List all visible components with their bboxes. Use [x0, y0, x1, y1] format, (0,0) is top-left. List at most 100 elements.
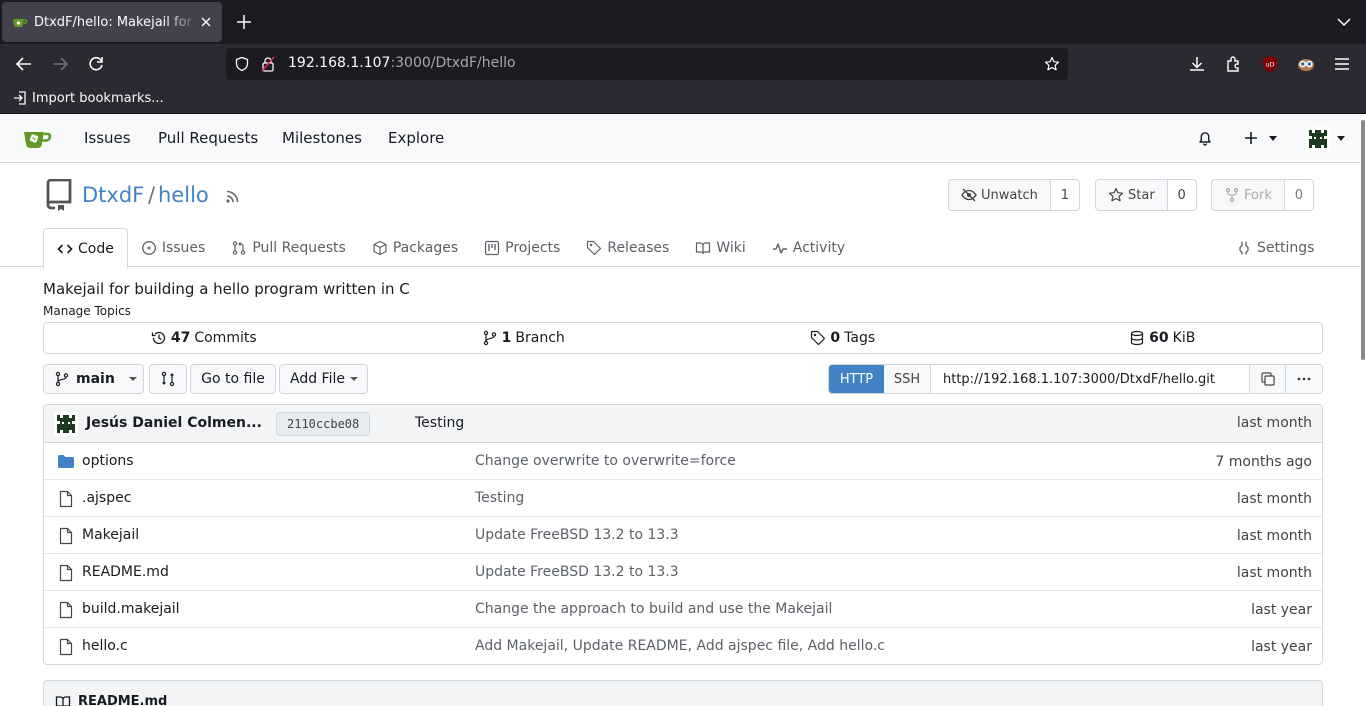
star-button[interactable]: Star [1096, 180, 1168, 210]
downloads-icon[interactable] [1188, 55, 1206, 73]
repo-owner-link[interactable]: DtxdF [82, 183, 144, 207]
import-icon [12, 90, 28, 106]
extensions-icon[interactable] [1225, 55, 1243, 73]
rss-feed-icon[interactable] [224, 189, 240, 205]
unwatch-button[interactable]: Unwatch [949, 180, 1051, 210]
watchers-count[interactable]: 1 [1050, 180, 1079, 210]
file-row-build-makejail[interactable]: build.makejail Change the approach to bu… [44, 591, 1322, 628]
scrollbar-thumb[interactable] [1361, 120, 1365, 360]
file-commit-message[interactable]: Testing [475, 490, 524, 506]
nav-explore-link[interactable]: Explore [388, 129, 444, 147]
notifications-bell-icon[interactable] [1197, 130, 1213, 146]
url-text[interactable]: 192.168.1.107:3000/DtxdF/hello [288, 55, 516, 71]
new-tab-plus-icon[interactable] [234, 12, 254, 32]
bookmark-star-icon[interactable] [1044, 56, 1060, 72]
back-arrow-icon[interactable] [14, 54, 34, 74]
tab-code[interactable]: Code [43, 228, 128, 269]
nav-issues-link[interactable]: Issues [84, 129, 131, 147]
commit-author-avatar[interactable] [54, 412, 78, 436]
file-name[interactable]: README.md [82, 564, 169, 580]
file-row-ajspec[interactable]: .ajspec Testing last month [44, 480, 1322, 517]
stars-count[interactable]: 0 [1167, 180, 1196, 210]
hamburger-menu-icon[interactable] [1333, 55, 1351, 73]
go-to-file-button[interactable]: Go to file [190, 364, 276, 394]
tab-projects[interactable]: Projects [471, 228, 573, 268]
compare-button[interactable] [149, 364, 187, 394]
file-name[interactable]: hello.c [82, 638, 128, 654]
file-commit-message[interactable]: Add Makejail, Update README, Add ajspec … [475, 638, 885, 654]
add-file-button[interactable]: Add File [279, 364, 368, 394]
close-tab-icon[interactable] [198, 14, 214, 30]
address-bar[interactable]: 192.168.1.107:3000/DtxdF/hello [226, 48, 1068, 80]
file-row-options[interactable]: options Change overwrite to overwrite=fo… [44, 443, 1322, 480]
user-avatar[interactable] [1306, 127, 1330, 151]
fork-button[interactable]: Fork [1212, 180, 1285, 210]
import-bookmarks-label: Import bookmarks... [32, 90, 164, 106]
nav-milestones-link[interactable]: Milestones [282, 129, 362, 147]
create-new-plus-icon[interactable] [1243, 130, 1259, 146]
insecure-lock-icon[interactable] [260, 56, 276, 72]
reload-icon[interactable] [86, 54, 106, 74]
pull-request-icon [231, 240, 247, 256]
privacy-extension-owl-icon[interactable] [1297, 55, 1315, 73]
history-icon [151, 330, 167, 346]
branches-stat[interactable]: 1 Branch [364, 323, 684, 353]
commit-message[interactable]: Testing [415, 415, 464, 431]
tags-stat[interactable]: 0 Tags [683, 323, 1003, 353]
file-name[interactable]: .ajspec [82, 490, 131, 506]
repo-stats-bar: 47 Commits 1 Branch 0 Tags 60 KiB [43, 322, 1323, 354]
readme-title[interactable]: README.md [78, 694, 167, 706]
tab-pull-requests-label: Pull Requests [252, 240, 346, 256]
repo-name-link[interactable]: hello [158, 183, 209, 207]
clone-url-field[interactable]: http://192.168.1.107:3000/DtxdF/hello.gi… [931, 365, 1250, 393]
ublock-origin-icon[interactable]: uD [1261, 55, 1279, 73]
commit-sha-badge[interactable]: 2110ccbe08 [276, 412, 371, 436]
browser-tab-strip: DtxdF/hello: Makejail for building a hel… [0, 0, 1366, 44]
file-commit-time: last month [1236, 491, 1312, 507]
file-name[interactable]: options [82, 453, 134, 469]
commits-label: Commits [194, 330, 257, 346]
file-name[interactable]: Makejail [82, 527, 139, 543]
page-scrollbar[interactable] [1360, 114, 1366, 706]
user-menu-caret-icon[interactable] [1337, 136, 1345, 142]
tab-wiki[interactable]: Wiki [682, 228, 758, 268]
file-commit-message[interactable]: Change the approach to build and use the… [475, 601, 832, 617]
file-name[interactable]: build.makejail [82, 601, 180, 617]
tab-pull-requests[interactable]: Pull Requests [218, 228, 358, 268]
create-menu-caret-icon[interactable] [1269, 136, 1277, 142]
more-clone-options-button[interactable] [1286, 365, 1322, 393]
file-icon [57, 564, 75, 582]
tab-activity[interactable]: Activity [759, 228, 858, 268]
branch-count: 1 [501, 330, 512, 346]
tab-releases[interactable]: Releases [573, 228, 682, 268]
tab-issues[interactable]: Issues [128, 228, 219, 268]
gitea-logo-icon[interactable] [22, 125, 54, 153]
list-all-tabs-chevron-icon[interactable] [1336, 14, 1352, 30]
forks-count[interactable]: 0 [1284, 180, 1313, 210]
tracking-protection-shield-icon[interactable] [234, 56, 250, 72]
browser-tab[interactable]: DtxdF/hello: Makejail for building a hel… [2, 2, 222, 42]
tab-packages[interactable]: Packages [359, 228, 471, 268]
file-row-makejail[interactable]: Makejail Update FreeBSD 13.2 to 13.3 las… [44, 517, 1322, 554]
commit-author-name[interactable]: Jesús Daniel Colmen... [86, 415, 262, 431]
clone-ssh-button[interactable]: SSH [884, 365, 931, 393]
copy-url-button[interactable] [1250, 365, 1286, 393]
repo-path-separator: / [148, 183, 156, 207]
file-commit-message[interactable]: Update FreeBSD 13.2 to 13.3 [475, 527, 679, 543]
tab-projects-label: Projects [505, 240, 561, 256]
manage-topics-link[interactable]: Manage Topics [43, 304, 131, 318]
clone-http-button[interactable]: HTTP [829, 365, 884, 393]
import-bookmarks-button[interactable]: Import bookmarks... [12, 90, 164, 106]
commits-stat[interactable]: 47 Commits [44, 323, 364, 353]
tab-settings-label: Settings [1257, 240, 1315, 256]
branch-selector[interactable]: main [43, 364, 144, 394]
fork-button-group: Fork 0 [1211, 179, 1314, 211]
file-row-hello-c[interactable]: hello.c Add Makejail, Update README, Add… [44, 628, 1322, 664]
file-row-readme[interactable]: README.md Update FreeBSD 13.2 to 13.3 la… [44, 554, 1322, 591]
file-icon [57, 527, 75, 545]
tab-settings[interactable]: Settings [1223, 228, 1327, 268]
file-commit-message[interactable]: Update FreeBSD 13.2 to 13.3 [475, 564, 679, 580]
forward-arrow-icon[interactable] [50, 54, 70, 74]
file-commit-message[interactable]: Change overwrite to overwrite=force [475, 453, 736, 469]
nav-pull-requests-link[interactable]: Pull Requests [158, 129, 258, 147]
